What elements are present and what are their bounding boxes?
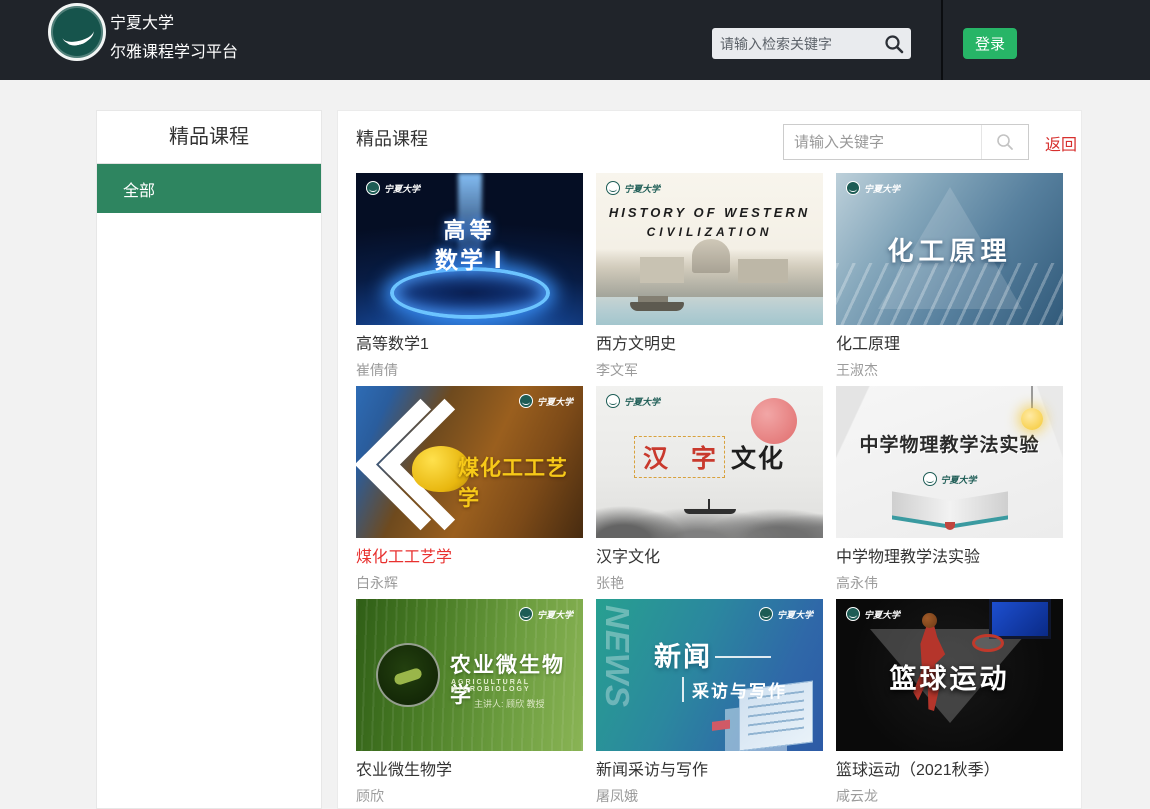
cover-logo-badge: 宁夏大学	[606, 394, 660, 408]
course-cover[interactable]: 宁夏大学 汉 字 文化	[596, 386, 823, 538]
course-card[interactable]: 宁夏大学 汉 字 文化 汉字文化 张艳	[596, 386, 823, 592]
cover-text: 数学 Ⅰ	[356, 241, 583, 275]
cover-art	[376, 643, 440, 707]
cover-art	[684, 509, 736, 514]
badge-logo-icon	[922, 472, 936, 486]
course-instructor: 崔倩倩	[356, 362, 583, 379]
cover-text: 新闻	[654, 635, 712, 674]
header-search-input[interactable]	[712, 36, 883, 52]
badge-logo-icon	[606, 181, 620, 195]
course-instructor: 屠凤娥	[596, 788, 823, 805]
sidebar-title: 精品课程	[97, 111, 321, 164]
cover-logo-badge: 宁夏大学	[366, 181, 420, 195]
search-icon[interactable]	[883, 33, 905, 55]
course-title[interactable]: 新闻采访与写作	[596, 761, 823, 781]
university-name: 宁夏大学	[110, 9, 238, 38]
course-grid: 宁夏大学 高等 数学 Ⅰ 高等数学1 崔倩倩 宁夏大学	[356, 173, 1065, 805]
cover-logo-badge: 宁夏大学	[519, 394, 573, 408]
course-title[interactable]: 煤化工工艺学	[356, 548, 583, 568]
cover-text: 采访与写作	[682, 677, 787, 702]
cover-text: 篮球运动	[836, 657, 1063, 696]
cover-logo-badge: 宁夏大学	[519, 607, 573, 621]
course-search-input[interactable]	[784, 125, 981, 159]
course-title[interactable]: 农业微生物学	[356, 761, 583, 781]
cover-text: AGRICULTURAL MICROBIOLOGY	[451, 679, 583, 693]
sidebar: 精品课程 全部	[96, 110, 322, 809]
top-header: 宁夏大学 尔雅课程学习平台 登录	[0, 0, 1150, 80]
badge-logo-icon	[846, 607, 860, 621]
page-title: 精品课程	[356, 125, 428, 151]
course-cover[interactable]: 宁夏大学 化工原理	[836, 173, 1063, 325]
cover-text: NEWS	[598, 605, 636, 708]
main-panel: 精品课程 返回 宁夏大学 高等 数学 Ⅰ	[337, 110, 1082, 809]
course-cover[interactable]: 宁夏大学 HISTORY OF WESTERN CIVILIZATION	[596, 173, 823, 325]
cover-text: CIVILIZATION	[596, 225, 823, 239]
course-title[interactable]: 化工原理	[836, 335, 1063, 355]
course-title[interactable]: 西方文明史	[596, 335, 823, 355]
cover-art	[989, 599, 1051, 639]
course-cover[interactable]: 中学物理教学法实验 宁夏大学	[836, 386, 1063, 538]
course-card[interactable]: 宁夏大学 化工原理 化工原理 王淑杰	[836, 173, 1063, 379]
cover-logo-badge: 宁夏大学	[922, 472, 976, 486]
site-title: 宁夏大学 尔雅课程学习平台	[110, 9, 238, 67]
cover-logo-badge: 宁夏大学	[846, 607, 900, 621]
cover-text: 煤化工工艺学	[458, 452, 583, 512]
badge-logo-icon	[846, 181, 860, 195]
course-search-button[interactable]	[981, 125, 1028, 159]
cover-logo-badge: 宁夏大学	[846, 181, 900, 195]
cover-text: 主讲人: 顾欣 教授	[474, 697, 545, 710]
cover-text: 中学物理教学法实验	[836, 430, 1063, 457]
university-logo-icon	[48, 3, 106, 61]
badge-logo-icon	[759, 607, 773, 621]
course-cover[interactable]: 宁夏大学 煤化工工艺学	[356, 386, 583, 538]
course-instructor: 王淑杰	[836, 362, 1063, 379]
cover-art	[630, 302, 684, 311]
cover-text: 化工原理	[836, 231, 1063, 268]
cover-logo-badge: 宁夏大学	[606, 181, 660, 195]
page: 宁夏大学 尔雅课程学习平台 登录 精品课程 全部 精品课程	[0, 0, 1150, 809]
cover-text: 汉 字 文化	[596, 436, 823, 478]
back-link[interactable]: 返回	[1045, 131, 1077, 155]
course-card[interactable]: 宁夏大学 NEWS 新闻 采访与写作 新闻采访与写作 屠凤娥	[596, 599, 823, 805]
badge-logo-icon	[519, 394, 533, 408]
course-title[interactable]: 篮球运动（2021秋季）	[836, 761, 1063, 781]
course-instructor: 高永伟	[836, 575, 1063, 592]
cover-art	[692, 239, 730, 273]
cover-logo-badge: 宁夏大学	[759, 607, 813, 621]
cover-text: HISTORY OF WESTERN	[596, 205, 823, 220]
course-instructor: 咸云龙	[836, 788, 1063, 805]
course-card[interactable]: 中学物理教学法实验 宁夏大学 中学物理教学法实验 高永伟	[836, 386, 1063, 592]
badge-logo-icon	[606, 394, 620, 408]
course-title[interactable]: 中学物理教学法实验	[836, 548, 1063, 568]
course-instructor: 张艳	[596, 575, 823, 592]
login-button[interactable]: 登录	[963, 28, 1017, 59]
course-instructor: 白永辉	[356, 575, 583, 592]
course-card[interactable]: 宁夏大学 煤化工工艺学 煤化工工艺学 白永辉	[356, 386, 583, 592]
course-title[interactable]: 汉字文化	[596, 548, 823, 568]
header-search-box	[712, 28, 911, 59]
course-instructor: 顾欣	[356, 788, 583, 805]
course-instructor: 李文军	[596, 362, 823, 379]
cover-art	[922, 613, 937, 628]
sidebar-item-all[interactable]: 全部	[97, 164, 321, 213]
course-cover[interactable]: 宁夏大学 NEWS 新闻 采访与写作	[596, 599, 823, 751]
lightbulb-icon	[1031, 386, 1033, 410]
course-card[interactable]: 宁夏大学 篮球运动 篮球运动（2021秋季） 咸云龙	[836, 599, 1063, 805]
course-card[interactable]: 宁夏大学 农业微生物学 AGRICULTURAL MICROBIOLOGY 主讲…	[356, 599, 583, 805]
header-divider	[941, 0, 943, 80]
course-cover[interactable]: 宁夏大学 篮球运动	[836, 599, 1063, 751]
course-title[interactable]: 高等数学1	[356, 335, 583, 355]
badge-logo-icon	[366, 181, 380, 195]
course-card[interactable]: 宁夏大学 高等 数学 Ⅰ 高等数学1 崔倩倩	[356, 173, 583, 379]
course-card[interactable]: 宁夏大学 HISTORY OF WESTERN CIVILIZATION 西方文…	[596, 173, 823, 379]
course-search-box	[783, 124, 1029, 160]
course-cover[interactable]: 宁夏大学 农业微生物学 AGRICULTURAL MICROBIOLOGY 主讲…	[356, 599, 583, 751]
course-cover[interactable]: 宁夏大学 高等 数学 Ⅰ	[356, 173, 583, 325]
badge-logo-icon	[519, 607, 533, 621]
platform-name: 尔雅课程学习平台	[110, 38, 238, 67]
